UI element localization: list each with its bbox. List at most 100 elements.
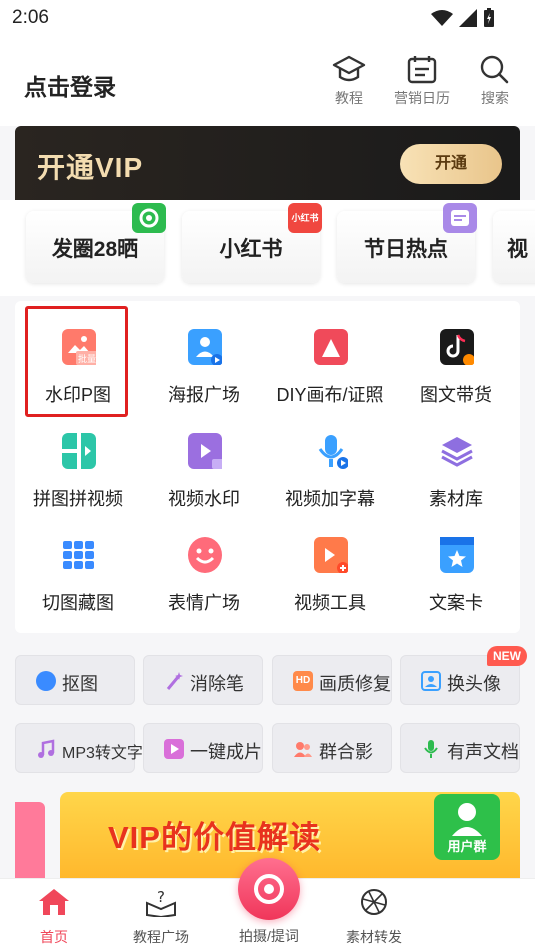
svg-text:?: ?	[157, 888, 165, 906]
feature-emoji-plaza[interactable]: 表情广场	[141, 515, 267, 619]
user-group-button[interactable]: 用户群	[434, 794, 500, 860]
tutorial-button[interactable]: 教程	[319, 54, 379, 108]
feature-label: 文案卡	[429, 593, 483, 613]
chip-label: 节日热点	[364, 238, 448, 261]
star-calendar-icon	[440, 537, 474, 573]
nav-home[interactable]: 首页	[4, 887, 104, 947]
tool-one-click-video[interactable]: 一键成片	[143, 723, 263, 773]
nav-label: 教程广场	[133, 929, 189, 945]
chip-moments[interactable]: 发圈28晒	[26, 203, 166, 283]
smile-icon	[188, 537, 222, 573]
calendar-icon	[407, 56, 437, 84]
marketing-calendar-label: 营销日历	[394, 90, 450, 106]
banner-text: VIP的价值解读	[108, 820, 321, 855]
chip-festival[interactable]: 节日热点	[337, 203, 477, 283]
tool-label: 换头像	[447, 674, 501, 694]
camera-button[interactable]	[238, 858, 300, 920]
feature-video-tools[interactable]: 视频工具	[267, 515, 393, 619]
vip-open-button[interactable]: 开通	[400, 144, 502, 184]
camera-label: 拍摄/提词	[239, 928, 299, 944]
home-icon	[39, 889, 69, 915]
battery-icon	[484, 8, 494, 27]
chip-xiaohongshu[interactable]: 小红书 小红书	[182, 203, 322, 283]
tutorial-label: 教程	[335, 90, 363, 106]
tool-mp3-to-text[interactable]: MP3转文字	[15, 723, 143, 773]
poster-icon	[188, 329, 223, 366]
search-label: 搜索	[481, 90, 509, 106]
chip-video[interactable]: 视	[493, 211, 535, 283]
video-watermark-icon	[188, 433, 224, 469]
feature-copy-card[interactable]: 文案卡	[393, 515, 519, 619]
login-link[interactable]: 点击登录	[24, 68, 116, 102]
search-icon	[480, 55, 509, 84]
signal-icon	[459, 9, 477, 27]
search-button[interactable]: 搜索	[465, 54, 525, 108]
feature-label: 图文带货	[420, 385, 492, 405]
xiaohongshu-logo-icon: 小红书	[288, 203, 322, 233]
chip-label: 小红书	[219, 238, 283, 261]
nav-material-forward[interactable]: 素材转发	[324, 887, 424, 947]
feature-label: 素材库	[429, 489, 483, 509]
tool-cutout[interactable]: 抠图	[15, 655, 135, 705]
video-add-icon	[314, 537, 349, 574]
tool-label: MP3转文字	[62, 745, 143, 762]
tool-label: 群合影	[319, 742, 373, 762]
tool-label: 有声文档	[447, 742, 519, 762]
grid-slice-icon	[62, 537, 96, 573]
feature-collage[interactable]: 拼图拼视频	[15, 411, 141, 515]
feature-video-watermark[interactable]: 视频水印	[141, 411, 267, 515]
tool-label: 消除笔	[190, 674, 244, 694]
microphone-icon	[314, 433, 349, 469]
feature-label: 视频工具	[294, 593, 366, 613]
marketing-calendar-button[interactable]: 营销日历	[392, 54, 452, 108]
tool-label: 画质修复	[319, 674, 391, 694]
feature-label: 海报广场	[168, 385, 240, 405]
new-badge: NEW	[487, 646, 527, 666]
canvas-icon	[314, 329, 348, 365]
feature-label: 表情广场	[168, 593, 240, 613]
book-question-icon: ?	[146, 888, 176, 919]
wifi-icon	[431, 10, 453, 26]
calendar-badge-icon	[443, 203, 477, 233]
magic-wand-icon	[164, 671, 184, 691]
feature-label: DIY画布/证照	[276, 385, 384, 405]
highlight-box	[25, 306, 128, 417]
layers-icon	[440, 433, 474, 469]
feature-material-library[interactable]: 素材库	[393, 411, 519, 515]
tiktok-cart-icon	[440, 329, 475, 366]
tool-eraser[interactable]: 消除笔	[143, 655, 263, 705]
feature-video-subtitle[interactable]: 视频加字幕	[267, 411, 393, 515]
aperture-icon	[361, 889, 387, 915]
status-bar: 2:06	[0, 0, 535, 38]
feature-label: 视频水印	[168, 489, 240, 509]
collage-icon	[62, 433, 96, 469]
tool-restore[interactable]: HD 画质修复	[272, 655, 392, 705]
status-time: 2:06	[12, 7, 49, 28]
nav-label: 首页	[40, 929, 68, 945]
user-group-label: 用户群	[447, 839, 487, 854]
tool-audio-doc[interactable]: 有声文档	[400, 723, 520, 773]
topic-chips: 发圈28晒 小红书 小红书 节日热点 视	[0, 200, 535, 296]
vip-banner[interactable]: 开通VIP 开通	[15, 126, 520, 200]
feature-diy-canvas[interactable]: DIY画布/证照	[267, 307, 393, 411]
feature-slice-image[interactable]: 切图藏图	[15, 515, 141, 619]
chip-label: 发圈28晒	[51, 238, 139, 261]
music-note-icon	[36, 739, 56, 759]
app-header: 点击登录 教程 营销日历 搜索	[0, 38, 535, 126]
camera-lens-icon	[132, 203, 166, 233]
user-icon	[452, 803, 482, 836]
hd-icon: HD	[293, 671, 313, 691]
microphone-icon	[421, 739, 441, 759]
tool-label: 一键成片	[190, 742, 262, 762]
graduation-cap-icon	[332, 55, 366, 82]
cutout-icon	[36, 671, 56, 691]
banner-prev-slide	[15, 802, 45, 887]
feature-product-post[interactable]: 图文带货	[393, 307, 519, 411]
vip-title: 开通VIP	[37, 152, 144, 183]
face-swap-icon	[421, 671, 441, 691]
nav-tutorials[interactable]: ? 教程广场	[111, 887, 211, 947]
feature-poster-plaza[interactable]: 海报广场	[141, 307, 267, 411]
feature-label: 切图藏图	[42, 593, 114, 613]
tool-group-photo[interactable]: 群合影	[272, 723, 392, 773]
chip-label: 视	[507, 238, 528, 261]
